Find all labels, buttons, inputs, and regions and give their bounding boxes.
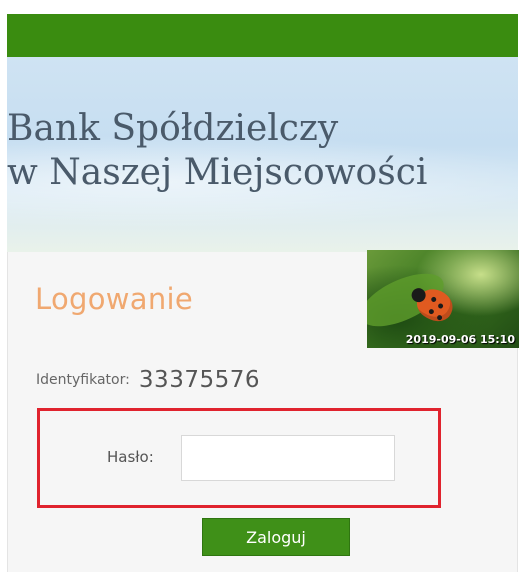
login-button[interactable]: Zaloguj <box>202 518 350 556</box>
password-label: Hasło: <box>107 448 154 466</box>
ladybug-icon <box>412 283 458 327</box>
password-highlight-box: Hasło: <box>37 408 441 508</box>
bank-name-line2: w Naszej Miejscowości <box>7 152 428 193</box>
identifier-row: Identyfikator: 33375576 <box>36 367 260 393</box>
top-green-bar <box>7 14 518 57</box>
login-panel: Logowanie 2019-09-06 15:10 Identyfikator… <box>7 250 519 572</box>
identifier-value: 33375576 <box>138 367 260 393</box>
login-page: Bank Spółdzielczy w Naszej Miejscowości … <box>0 0 523 578</box>
password-input[interactable] <box>181 435 395 481</box>
bank-header: Bank Spółdzielczy w Naszej Miejscowości <box>7 57 518 252</box>
login-title: Logowanie <box>35 282 194 316</box>
bank-name-line1: Bank Spółdzielczy <box>7 108 339 149</box>
bank-name: Bank Spółdzielczy w Naszej Miejscowości <box>7 107 427 195</box>
identifier-label: Identyfikator: <box>36 372 130 388</box>
photo-timestamp: 2019-09-06 15:10 <box>405 333 515 346</box>
ladybug-photo: 2019-09-06 15:10 <box>367 250 519 348</box>
